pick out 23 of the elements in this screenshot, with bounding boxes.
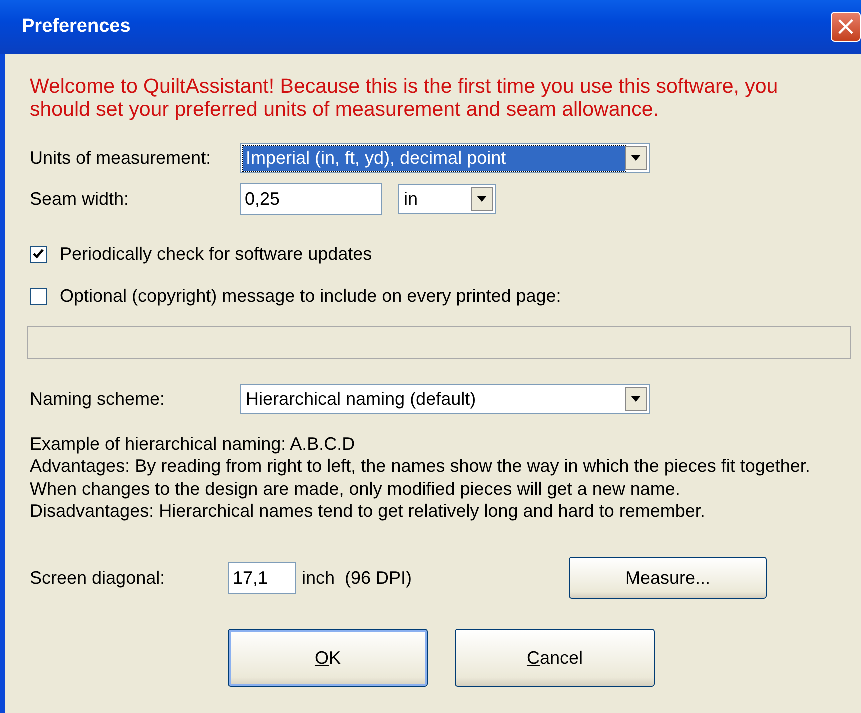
naming-scheme-label: Naming scheme:	[30, 388, 166, 410]
welcome-message: Welcome to QuiltAssistant! Because this is the first time you use this software, you should set your preferred units of measurement and seam allowance.	[30, 75, 780, 121]
checkbox[interactable]	[30, 246, 47, 262]
explanation-text: Advantages: By reading from right to left, the names show the way in which the pieces fit together. When changes to the design are made, only modified pieces will get a new name.	[30, 455, 812, 500]
units-label: Units of measurement:	[30, 148, 212, 168]
explanation-text: Example of hierarchical naming: A.B.C.D	[30, 433, 356, 456]
dropdown[interactable]: Hierarchical naming (default)	[240, 384, 650, 414]
screen-diagonal-label: Screen diagonal:	[30, 568, 166, 589]
dropdown[interactable]: Imperial (in, ft, yd), decimal point	[240, 143, 650, 173]
screen-diagonal-field[interactable]: 17,1	[228, 562, 296, 594]
dialog-button[interactable]: Cancel	[455, 629, 655, 688]
checkbox-label: Optional (copyright) message to include on every printed page:	[60, 286, 562, 306]
unit-label: inch (96 DPI)	[302, 568, 414, 589]
explanation-text: Disadvantages: Hierarchical names tend to get relatively long and hard to remember.	[30, 500, 706, 522]
unit-dropdown[interactable]: in	[398, 184, 496, 214]
checkbox-label: Periodically check for software updates	[60, 244, 372, 264]
seam-width-label: Seam width:	[30, 188, 130, 210]
measure-button[interactable]: Measure...	[569, 557, 767, 600]
dialog-button[interactable]: OK	[228, 629, 428, 688]
window-title: Preferences	[22, 16, 131, 38]
close-button[interactable]: ×	[831, 12, 861, 42]
seam-width-field[interactable]: 0,25	[240, 183, 382, 215]
checkbox[interactable]	[30, 288, 47, 304]
